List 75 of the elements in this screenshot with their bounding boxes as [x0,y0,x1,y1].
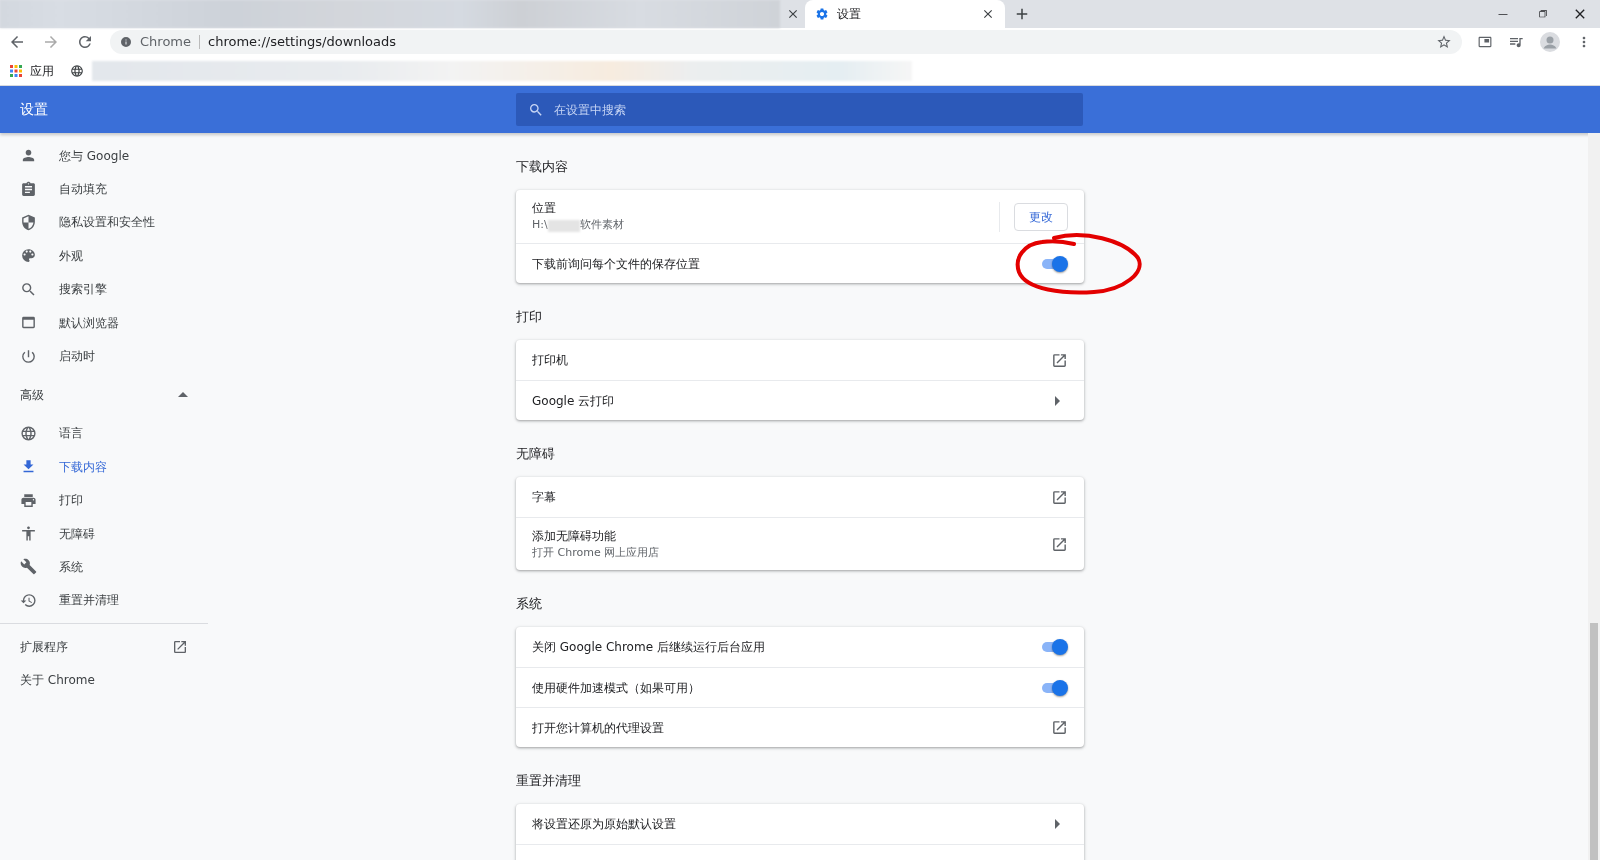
setting-label: Google 云打印 [532,392,616,410]
toggle-switch[interactable] [1040,255,1068,272]
setting-label: 将设置还原为原始默认设置 [532,816,677,833]
palette-icon [20,247,37,265]
setting-label: 打印机 [532,352,569,369]
setting-label: 使用硬件加速模式（如果可用） [532,679,701,697]
sidebar-item[interactable]: 默认浏览器 [0,305,208,340]
printer-icon [20,491,37,509]
star-icon[interactable] [1436,34,1452,50]
scrollbar-thumb[interactable] [1590,623,1598,860]
reload-icon[interactable] [76,33,94,51]
sidebar-item[interactable]: 外观 [0,239,208,273]
close-icon[interactable] [981,7,995,21]
search-icon [20,280,37,298]
gear-icon [815,7,829,21]
history-icon [20,591,37,609]
bookmark[interactable]: 应用 [30,61,54,80]
sidebar-item[interactable]: 搜索引擎 [0,272,208,306]
address-bar[interactable]: Chrome chrome://settings/downloads [110,30,1462,54]
sidebar-item[interactable]: 语言 [0,416,208,451]
sidebar-item[interactable]: 无障碍 [0,516,208,551]
section-title: 打印 [516,309,542,324]
external-link-icon[interactable] [1051,535,1068,553]
external-link-icon [172,638,188,655]
search-field[interactable]: 在设置中搜索 [552,99,1071,120]
caret-icon [178,392,188,398]
path-text: 软件素材 [579,217,624,234]
section-title: 重置并清理 [516,773,581,788]
setting-description: 打开 Chrome 网上应用店 [532,544,661,561]
sidebar-item[interactable]: 打印 [0,483,208,517]
sidebar-item[interactable]: 下载内容 [0,450,208,484]
sidebar-item[interactable]: 启动时 [0,339,208,373]
clipboard-icon [20,180,37,198]
sidebar-link[interactable]: 扩展程序 [0,630,208,664]
accessibility-icon [20,525,37,543]
sidebar-item[interactable]: 重置并清理 [0,583,208,618]
toggle-switch[interactable] [1040,679,1068,696]
scrollbar[interactable] [1588,133,1600,860]
info-icon [120,36,132,48]
external-link-icon[interactable] [1051,488,1068,506]
shield-icon [20,213,37,231]
path-text: H:\ [532,217,548,234]
power-icon [20,347,37,365]
wrench-icon [20,558,37,576]
search-bar[interactable]: 在设置中搜索 [516,93,1083,126]
sidebar-item[interactable]: 您与 Google [0,139,208,173]
globe-icon[interactable] [70,63,84,78]
sidebar-item[interactable]: 系统 [0,550,208,584]
setting-label: 添加无障碍功能 [532,527,617,545]
external-link-icon[interactable] [1051,719,1068,736]
apps-grid-icon[interactable] [10,64,22,77]
caret-icon[interactable] [1055,819,1060,829]
globe-icon [20,424,37,442]
setting-label: 打开您计算机的代理设置 [532,719,665,737]
sidebar-item[interactable]: 自动填充 [0,172,208,206]
section-title: 系统 [516,596,542,611]
toggle-switch[interactable] [1040,639,1068,655]
setting-label: 位置 [532,200,557,218]
screen-icon[interactable] [1478,35,1492,49]
section-title: 下载内容 [516,159,568,174]
blurred-path [547,219,580,232]
browser-tab[interactable]: 设置 [805,0,1005,28]
caret-icon[interactable] [1055,395,1060,406]
sidebar-link[interactable]: 关于 Chrome [0,663,208,697]
setting-label: 字幕 [532,489,557,506]
page-title: 设置 [20,101,48,117]
setting-label: 关闭 Google Chrome 后继续运行后台应用 [532,639,766,656]
search-icon [528,101,544,118]
external-link-icon[interactable] [1051,351,1068,369]
change-button[interactable]: 更改 [1014,202,1068,231]
setting-label: 下载前询问每个文件的保存位置 [532,255,701,273]
advanced-toggle[interactable]: 高级 [0,372,208,417]
sidebar-item[interactable]: 隐私设置和安全性 [0,205,208,240]
section-title: 无障碍 [516,446,555,461]
avatar-icon[interactable] [1540,32,1560,52]
